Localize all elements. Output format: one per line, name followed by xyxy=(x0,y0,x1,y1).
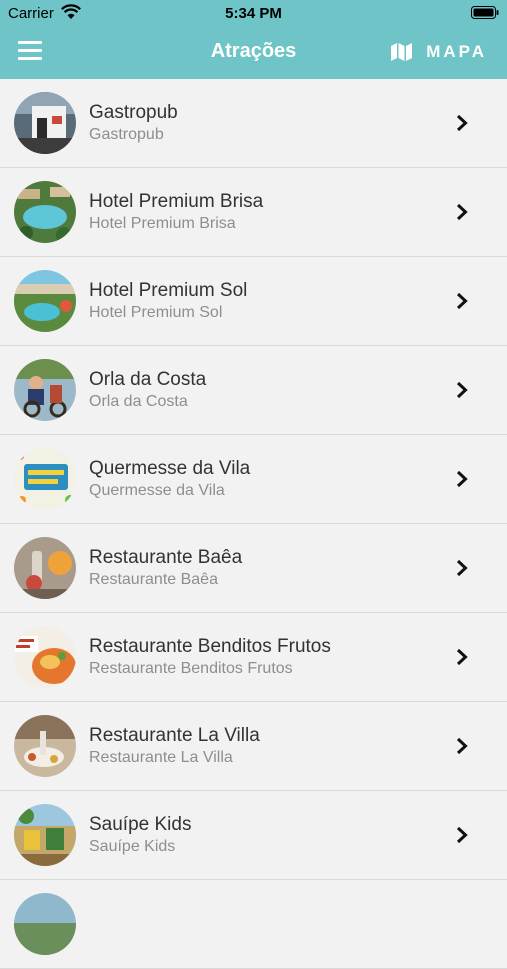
list-item[interactable] xyxy=(0,880,507,969)
item-subtitle: Restaurante Baêa xyxy=(89,571,218,588)
item-title: Restaurante Benditos Frutos xyxy=(89,636,331,657)
item-subtitle: Restaurante Benditos Frutos xyxy=(89,660,293,677)
item-subtitle: Sauípe Kids xyxy=(89,838,176,855)
item-title: Gastropub xyxy=(89,102,178,123)
thumbnail-orla-da-costa xyxy=(14,359,76,421)
list-item[interactable]: Orla da Costa Orla da Costa xyxy=(0,346,507,435)
list-item[interactable]: Gastropub Gastropub xyxy=(0,79,507,168)
chevron-right-icon xyxy=(456,381,468,399)
item-subtitle: Hotel Premium Sol xyxy=(89,304,223,321)
chevron-right-icon xyxy=(456,203,468,221)
item-subtitle: Restaurante La Villa xyxy=(89,749,233,766)
clock: 5:34 PM xyxy=(225,5,282,22)
list-item[interactable]: Hotel Premium Brisa Hotel Premium Brisa xyxy=(0,168,507,257)
item-title: Sauípe Kids xyxy=(89,814,192,835)
chevron-right-icon xyxy=(456,826,468,844)
map-label: MAPA xyxy=(426,42,487,61)
item-subtitle: Hotel Premium Brisa xyxy=(89,215,236,232)
list-item[interactable]: Restaurante Baêa Restaurante Baêa xyxy=(0,524,507,613)
navigation-bar: Atrações MAPA xyxy=(0,28,507,79)
thumbnail-hotel-premium-sol xyxy=(14,270,76,332)
item-title: Restaurante Baêa xyxy=(89,547,243,568)
thumbnail-sauipe-kids xyxy=(14,804,76,866)
map-button[interactable]: MAPA xyxy=(391,40,487,64)
item-title: Orla da Costa xyxy=(89,369,207,390)
attractions-list: Gastropub Gastropub Hotel Premium Brisa … xyxy=(0,79,507,969)
item-title: Hotel Premium Brisa xyxy=(89,191,264,212)
thumbnail-gastropub xyxy=(14,92,76,154)
list-item[interactable]: Restaurante La Villa Restaurante La Vill… xyxy=(0,702,507,791)
map-icon xyxy=(391,43,413,61)
chevron-right-icon xyxy=(456,559,468,577)
thumbnail-quermesse-da-vila xyxy=(14,448,76,510)
item-subtitle: Gastropub xyxy=(89,126,164,143)
chevron-right-icon xyxy=(456,292,468,310)
thumbnail-restaurante-benditos-frutos xyxy=(14,626,76,688)
item-title: Quermesse da Vila xyxy=(89,458,251,479)
thumbnail-restaurante-baea xyxy=(14,537,76,599)
list-item[interactable]: Hotel Premium Sol Hotel Premium Sol xyxy=(0,257,507,346)
chevron-right-icon xyxy=(456,114,468,132)
status-bar: Carrier 5:34 PM xyxy=(0,0,507,28)
chevron-right-icon xyxy=(456,648,468,666)
item-title: Hotel Premium Sol xyxy=(89,280,248,301)
thumbnail-next-item xyxy=(14,893,76,955)
chevron-right-icon xyxy=(456,737,468,755)
list-item[interactable]: Sauípe Kids Sauípe Kids xyxy=(0,791,507,880)
list-item[interactable]: Quermesse da Vila Quermesse da Vila xyxy=(0,435,507,524)
thumbnail-restaurante-la-villa xyxy=(14,715,76,777)
list-item[interactable]: Restaurante Benditos Frutos Restaurante … xyxy=(0,613,507,702)
thumbnail-hotel-premium-brisa xyxy=(14,181,76,243)
battery-icon xyxy=(471,6,499,19)
item-title: Restaurante La Villa xyxy=(89,725,260,746)
item-subtitle: Quermesse da Vila xyxy=(89,482,225,499)
top-bar: Carrier 5:34 PM Atrações MAPA xyxy=(0,0,507,79)
chevron-right-icon xyxy=(456,470,468,488)
item-subtitle: Orla da Costa xyxy=(89,393,188,410)
